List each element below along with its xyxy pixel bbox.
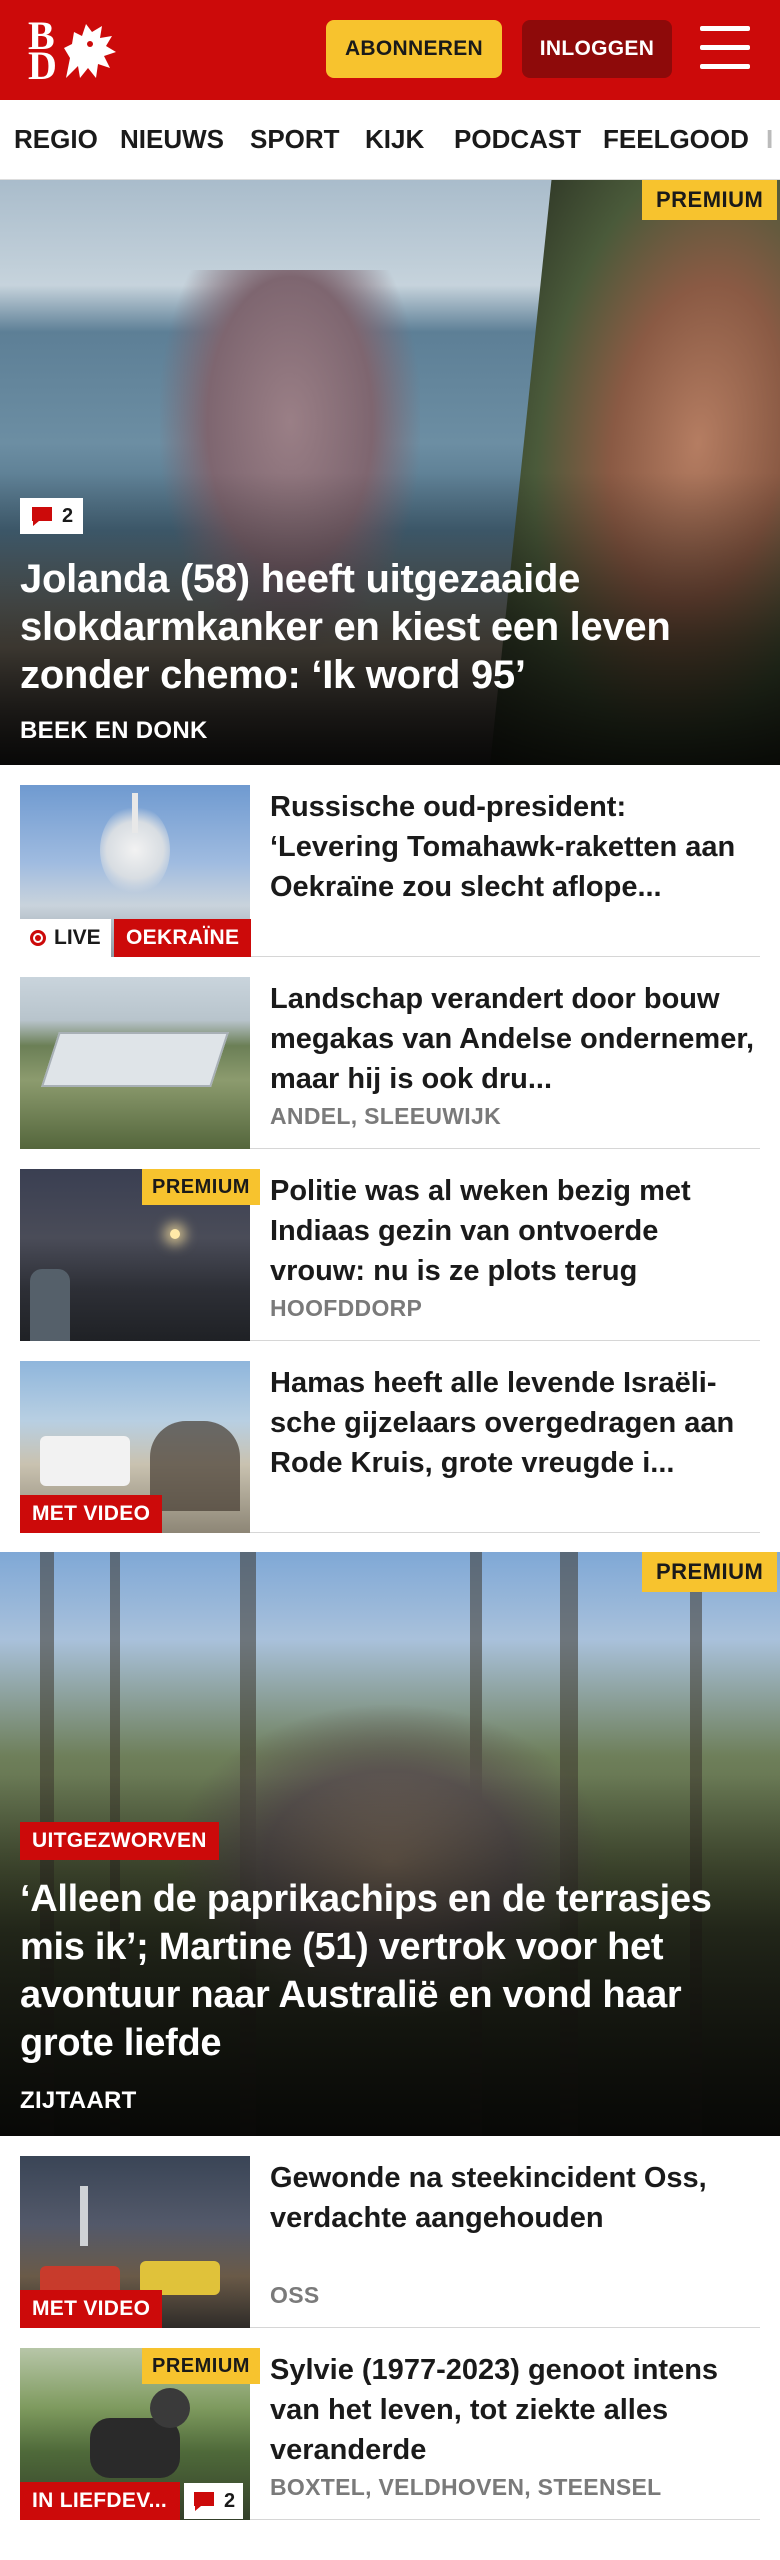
premium-badge: PREMIUM [642,1552,778,1592]
article-title[interactable]: Landschap verandert door bouw megakas va… [270,979,760,1099]
article-thumbnail [20,977,250,1149]
list-item[interactable]: Landschap verandert door bouw megakas va… [20,957,760,1149]
feature-location: ZIJTAART [20,2087,137,2114]
nav-item-feelgood[interactable]: FEELGOOD [603,124,749,155]
list-item[interactable]: PREMIUM IN LIEFDEV... 2 Sylvie (1977-202… [20,2328,760,2520]
list-item[interactable]: PREMIUM Politie was al weken bezig met I… [20,1149,760,1341]
hero-title[interactable]: Jolanda (58) heeft uitgezaaide slokdarmk… [20,555,740,699]
video-tag: MET VIDEO [20,1495,163,1533]
list-item[interactable]: LIVE OEKRAÏNE Russische oud-president: ‘… [20,765,760,957]
hero-location: BEEK EN DONK [20,717,208,744]
article-title[interactable]: Hamas heeft alle levende Israëli-sche gi… [270,1363,760,1483]
nav-item-podcast[interactable]: PODCAST [454,124,581,155]
premium-badge: PREMIUM [142,1169,260,1205]
comment-count: 2 [224,2489,236,2512]
nav-item-nieuws[interactable]: NIEUWS [120,124,224,155]
bd-logo[interactable]: B D [26,14,122,86]
series-tag: UITGEZWORVEN [20,1822,219,1860]
comment-icon [194,2492,214,2511]
hero-article[interactable]: PREMIUM 2 Jolanda (58) heeft uitgezaaide… [0,180,780,765]
article-location: BOXTEL, VELDHOVEN, STEENSEL [270,2474,662,2500]
live-dot-icon [30,930,46,946]
nav-item-kijk[interactable]: KIJK [365,124,424,155]
article-title[interactable]: Politie was al weken bezig met Indiaas g… [270,1171,760,1291]
feature-article[interactable]: PREMIUM UITGEZWORVEN ‘Alleen de paprikac… [0,1552,780,2136]
subscribe-button[interactable]: ABONNEREN [326,20,502,78]
live-badge: LIVE [20,919,111,957]
lion-icon [64,24,116,78]
comment-count: 2 [62,504,74,527]
comment-count-badge[interactable]: 2 [20,498,84,534]
feature-title[interactable]: ‘Alleen de paprikachips en de terrasjes … [20,1875,760,2067]
premium-badge: PREMIUM [142,2348,260,2384]
list-item[interactable]: MET VIDEO Gewonde na steekincident Oss, … [20,2136,760,2328]
series-tag: IN LIEFDEV... [20,2482,180,2520]
comment-icon [32,507,52,526]
login-button[interactable]: INLOGGEN [522,20,672,78]
article-title[interactable]: Russische oud-president: ‘Levering Tomah… [270,787,760,907]
nav-item-regio[interactable]: REGIO [14,124,98,155]
nav-item-sport[interactable]: SPORT [250,124,340,155]
comment-count-badge[interactable]: 2 [184,2483,244,2519]
article-location: OSS [270,2282,320,2308]
article-location: HOOFDDORP [270,1295,423,1321]
article-title[interactable]: Gewonde na steekincident Oss, verdachte … [270,2158,760,2238]
logo-letter-d: D [28,43,57,88]
section-nav: REGIO NIEUWS SPORT KIJK PODCAST FEELGOOD… [0,100,780,180]
video-tag: MET VIDEO [20,2290,163,2328]
article-location: ANDEL, SLEEUWIJK [270,1103,501,1129]
category-tag: OEKRAÏNE [114,919,252,957]
hamburger-menu-icon[interactable] [700,26,750,70]
list-item[interactable]: MET VIDEO Hamas heeft alle levende Israë… [20,1341,760,1533]
site-header: B D ABONNEREN INLOGGEN [0,0,780,100]
premium-badge: PREMIUM [642,180,778,220]
nav-item-next[interactable]: I [766,124,773,155]
article-title[interactable]: Sylvie (1977-2023) genoot intens van het… [270,2350,760,2470]
